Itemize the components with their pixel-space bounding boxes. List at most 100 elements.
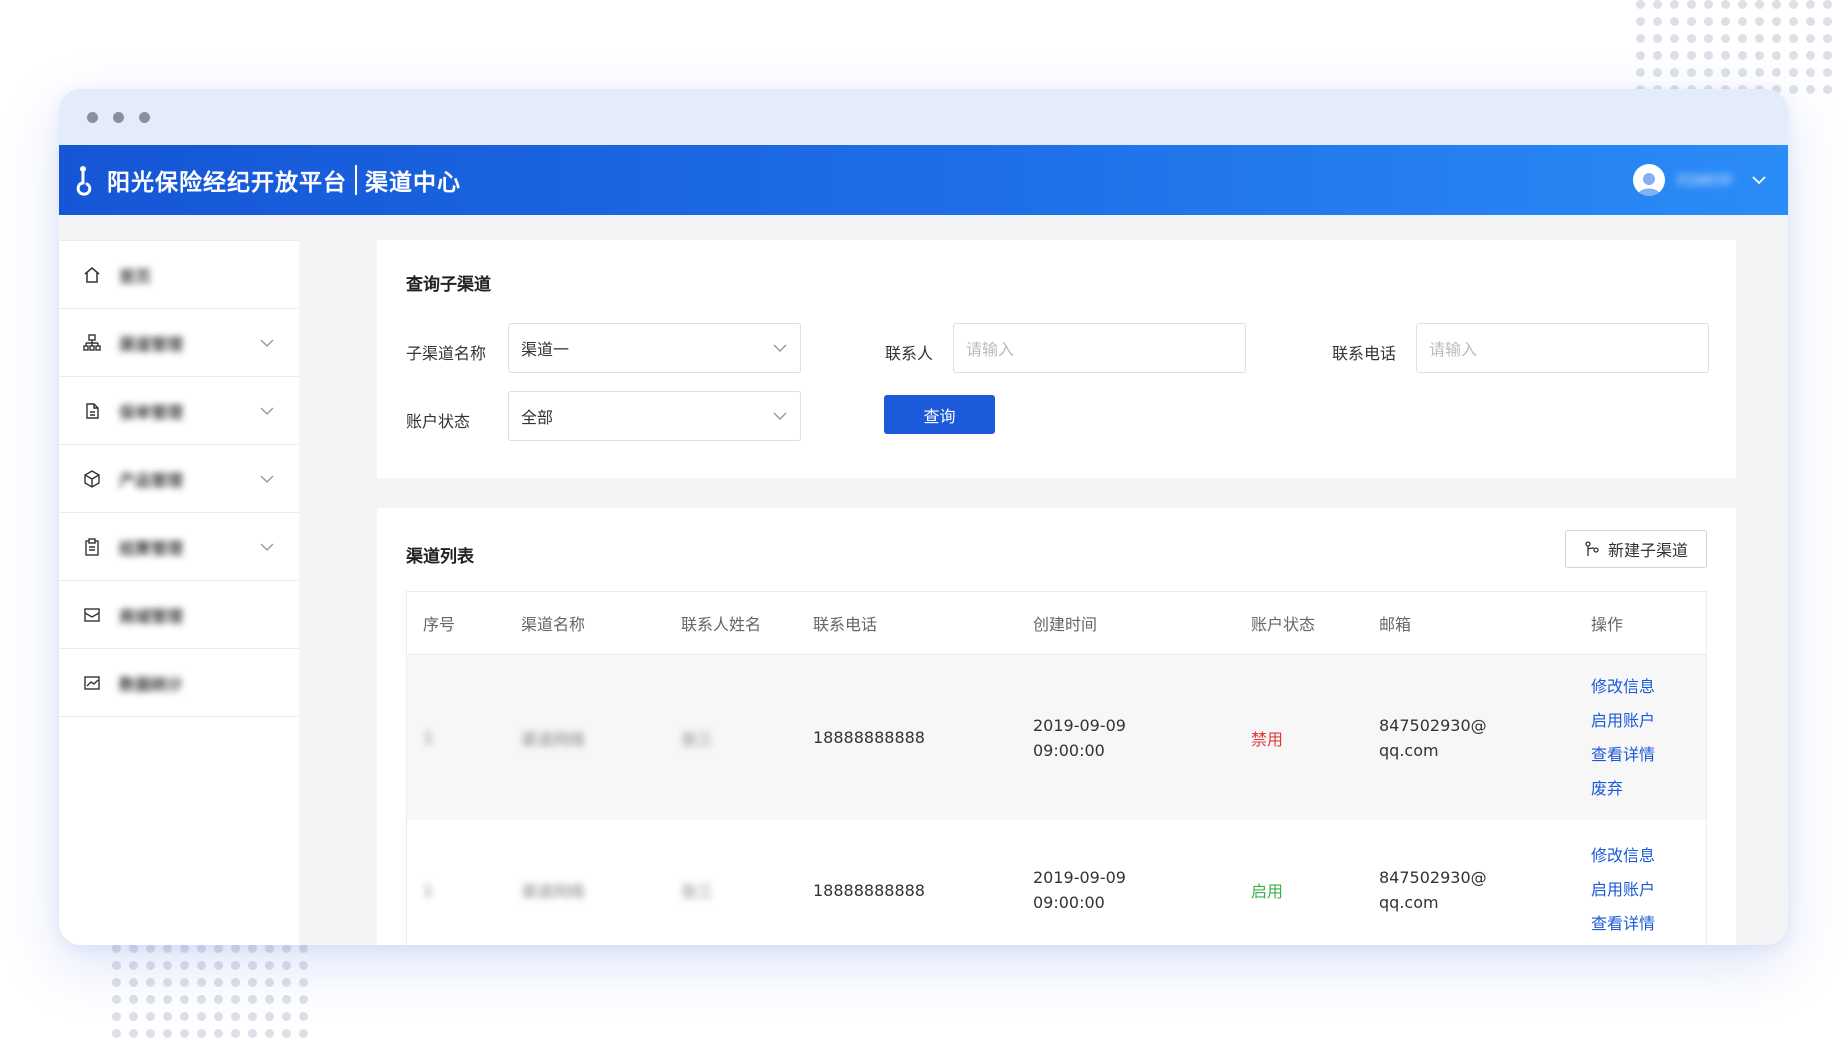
- decorative-dot: [1823, 17, 1832, 26]
- decorative-dot: [1738, 0, 1747, 9]
- contact-input[interactable]: 请输入: [953, 323, 1246, 373]
- chevron-down-icon[interactable]: [259, 471, 275, 487]
- phone-label: 联系电话: [1332, 344, 1397, 363]
- decorative-dot: [1806, 85, 1815, 94]
- decorative-dot: [231, 1029, 240, 1038]
- decorative-dot: [1653, 34, 1662, 43]
- decorative-dot: [129, 961, 138, 970]
- column-header: 联系人姓名: [681, 615, 762, 634]
- contact-name: 张三: [681, 729, 714, 749]
- decorative-dot: [1772, 68, 1781, 77]
- chevron-down-icon[interactable]: [259, 539, 275, 555]
- subchannel-name-label: 子渠道名称: [406, 344, 487, 363]
- decorative-dot: [129, 978, 138, 987]
- decorative-dot: [1755, 34, 1764, 43]
- decorative-dot: [1789, 17, 1798, 26]
- row-action-link[interactable]: 废弃: [1591, 772, 1706, 806]
- chevron-down-icon[interactable]: [259, 335, 275, 351]
- decorative-dot: [129, 1029, 138, 1038]
- decorative-dot: [1789, 68, 1798, 77]
- sidebar-item[interactable]: 数据统计: [59, 649, 299, 717]
- decorative-dot: [214, 978, 223, 987]
- sidebar-item[interactable]: 商城管理: [59, 581, 299, 649]
- decorative-dot: [1704, 51, 1713, 60]
- column-header: 渠道名称: [521, 615, 586, 634]
- sidebar-item[interactable]: 首页: [59, 241, 299, 309]
- decorative-dot: [180, 995, 189, 1004]
- decorative-dot: [248, 1029, 257, 1038]
- decorative-dot: [1721, 0, 1730, 9]
- decorative-dot: [1636, 34, 1645, 43]
- decorative-dot: [1738, 17, 1747, 26]
- decorative-dot: [299, 944, 308, 953]
- branch-icon: [1585, 541, 1599, 556]
- decorative-dot: [129, 1012, 138, 1021]
- main-content: 查询子渠道 子渠道名称 渠道一 联系人 请输入 联系电话 请输入 账户状态 全部: [299, 215, 1788, 945]
- decorative-dot: [214, 1029, 223, 1038]
- avatar[interactable]: [1633, 164, 1666, 196]
- user-menu[interactable]: FDMYP: [1633, 164, 1768, 196]
- decorative-dot: [1738, 34, 1747, 43]
- row-action-link[interactable]: 修改信息: [1591, 839, 1706, 873]
- sidebar-item-label: 商城管理: [119, 606, 184, 626]
- decorative-dot: [299, 1029, 308, 1038]
- decorative-dot: [1806, 0, 1815, 9]
- sidebar-item[interactable]: 结算管理: [59, 513, 299, 581]
- row-action-link[interactable]: 查看详情: [1591, 907, 1706, 941]
- decorative-dot: [163, 961, 172, 970]
- decorative-dot: [1772, 34, 1781, 43]
- decorative-dot: [197, 978, 206, 987]
- row-action-link[interactable]: 启用账户: [1591, 873, 1706, 907]
- decorative-dot: [299, 1012, 308, 1021]
- row-index: 1: [423, 728, 434, 747]
- decorative-dot: [180, 978, 189, 987]
- created-date: 2019-09-09: [1033, 868, 1126, 887]
- subchannel-name-value: 渠道一: [521, 340, 570, 359]
- chevron-down-icon[interactable]: [1750, 171, 1768, 189]
- decorative-dot: [231, 1012, 240, 1021]
- decorative-dot: [248, 978, 257, 987]
- column-header: 操作: [1591, 615, 1624, 634]
- decorative-dot: [248, 995, 257, 1004]
- chevron-down-icon[interactable]: [259, 403, 275, 419]
- browser-window: 阳光保险经纪开放平台 渠道中心 FDMYP 首页 渠道管理 保单管理 产品管理 结算管理…: [59, 89, 1788, 945]
- sidebar-item-label: 保单管理: [119, 402, 184, 422]
- decorative-dot: [1823, 51, 1832, 60]
- created-time: 2019-09-09 09:00:00: [1033, 865, 1251, 915]
- decorative-dot: [163, 1012, 172, 1021]
- decorative-dot: [1738, 51, 1747, 60]
- column-header: 联系电话: [813, 615, 878, 634]
- decorative-dot: [146, 995, 155, 1004]
- row-action-link[interactable]: 查看详情: [1591, 738, 1706, 772]
- email-line: qq.com: [1379, 893, 1439, 912]
- decorative-dot: [1755, 0, 1764, 9]
- decorative-dot: [197, 944, 206, 953]
- decorative-dot: [146, 944, 155, 953]
- email-line: 847502930@: [1379, 868, 1487, 887]
- brand-divider: [355, 165, 357, 195]
- decorative-dot: [1806, 34, 1815, 43]
- decorative-dot: [248, 944, 257, 953]
- phone-number: 18888888888: [813, 728, 925, 747]
- decorative-dot: [265, 1029, 274, 1038]
- created-clock: 09:00:00: [1033, 740, 1105, 760]
- phone-input[interactable]: 请输入: [1416, 323, 1709, 373]
- decorative-dot: [299, 995, 308, 1004]
- sidebar-item[interactable]: 保单管理: [59, 377, 299, 445]
- sidebar-item[interactable]: 渠道管理: [59, 309, 299, 377]
- decorative-dot: [180, 1012, 189, 1021]
- decorative-dot-grid: [112, 944, 308, 1038]
- subchannel-name-select[interactable]: 渠道一: [508, 323, 801, 373]
- decorative-dot: [1687, 0, 1696, 9]
- decorative-dot: [163, 978, 172, 987]
- decorative-dot: [1772, 17, 1781, 26]
- new-subchannel-button[interactable]: 新建子渠道: [1564, 530, 1707, 568]
- row-action-link[interactable]: 修改信息: [1591, 670, 1706, 704]
- account-status-select[interactable]: 全部: [508, 391, 801, 441]
- decorative-dot: [1670, 0, 1679, 9]
- row-action-link[interactable]: 启用账户: [1591, 704, 1706, 738]
- sidebar-item[interactable]: 产品管理: [59, 445, 299, 513]
- decorative-dot: [1704, 0, 1713, 9]
- search-button[interactable]: 查询: [884, 395, 995, 434]
- decorative-dot: [282, 961, 291, 970]
